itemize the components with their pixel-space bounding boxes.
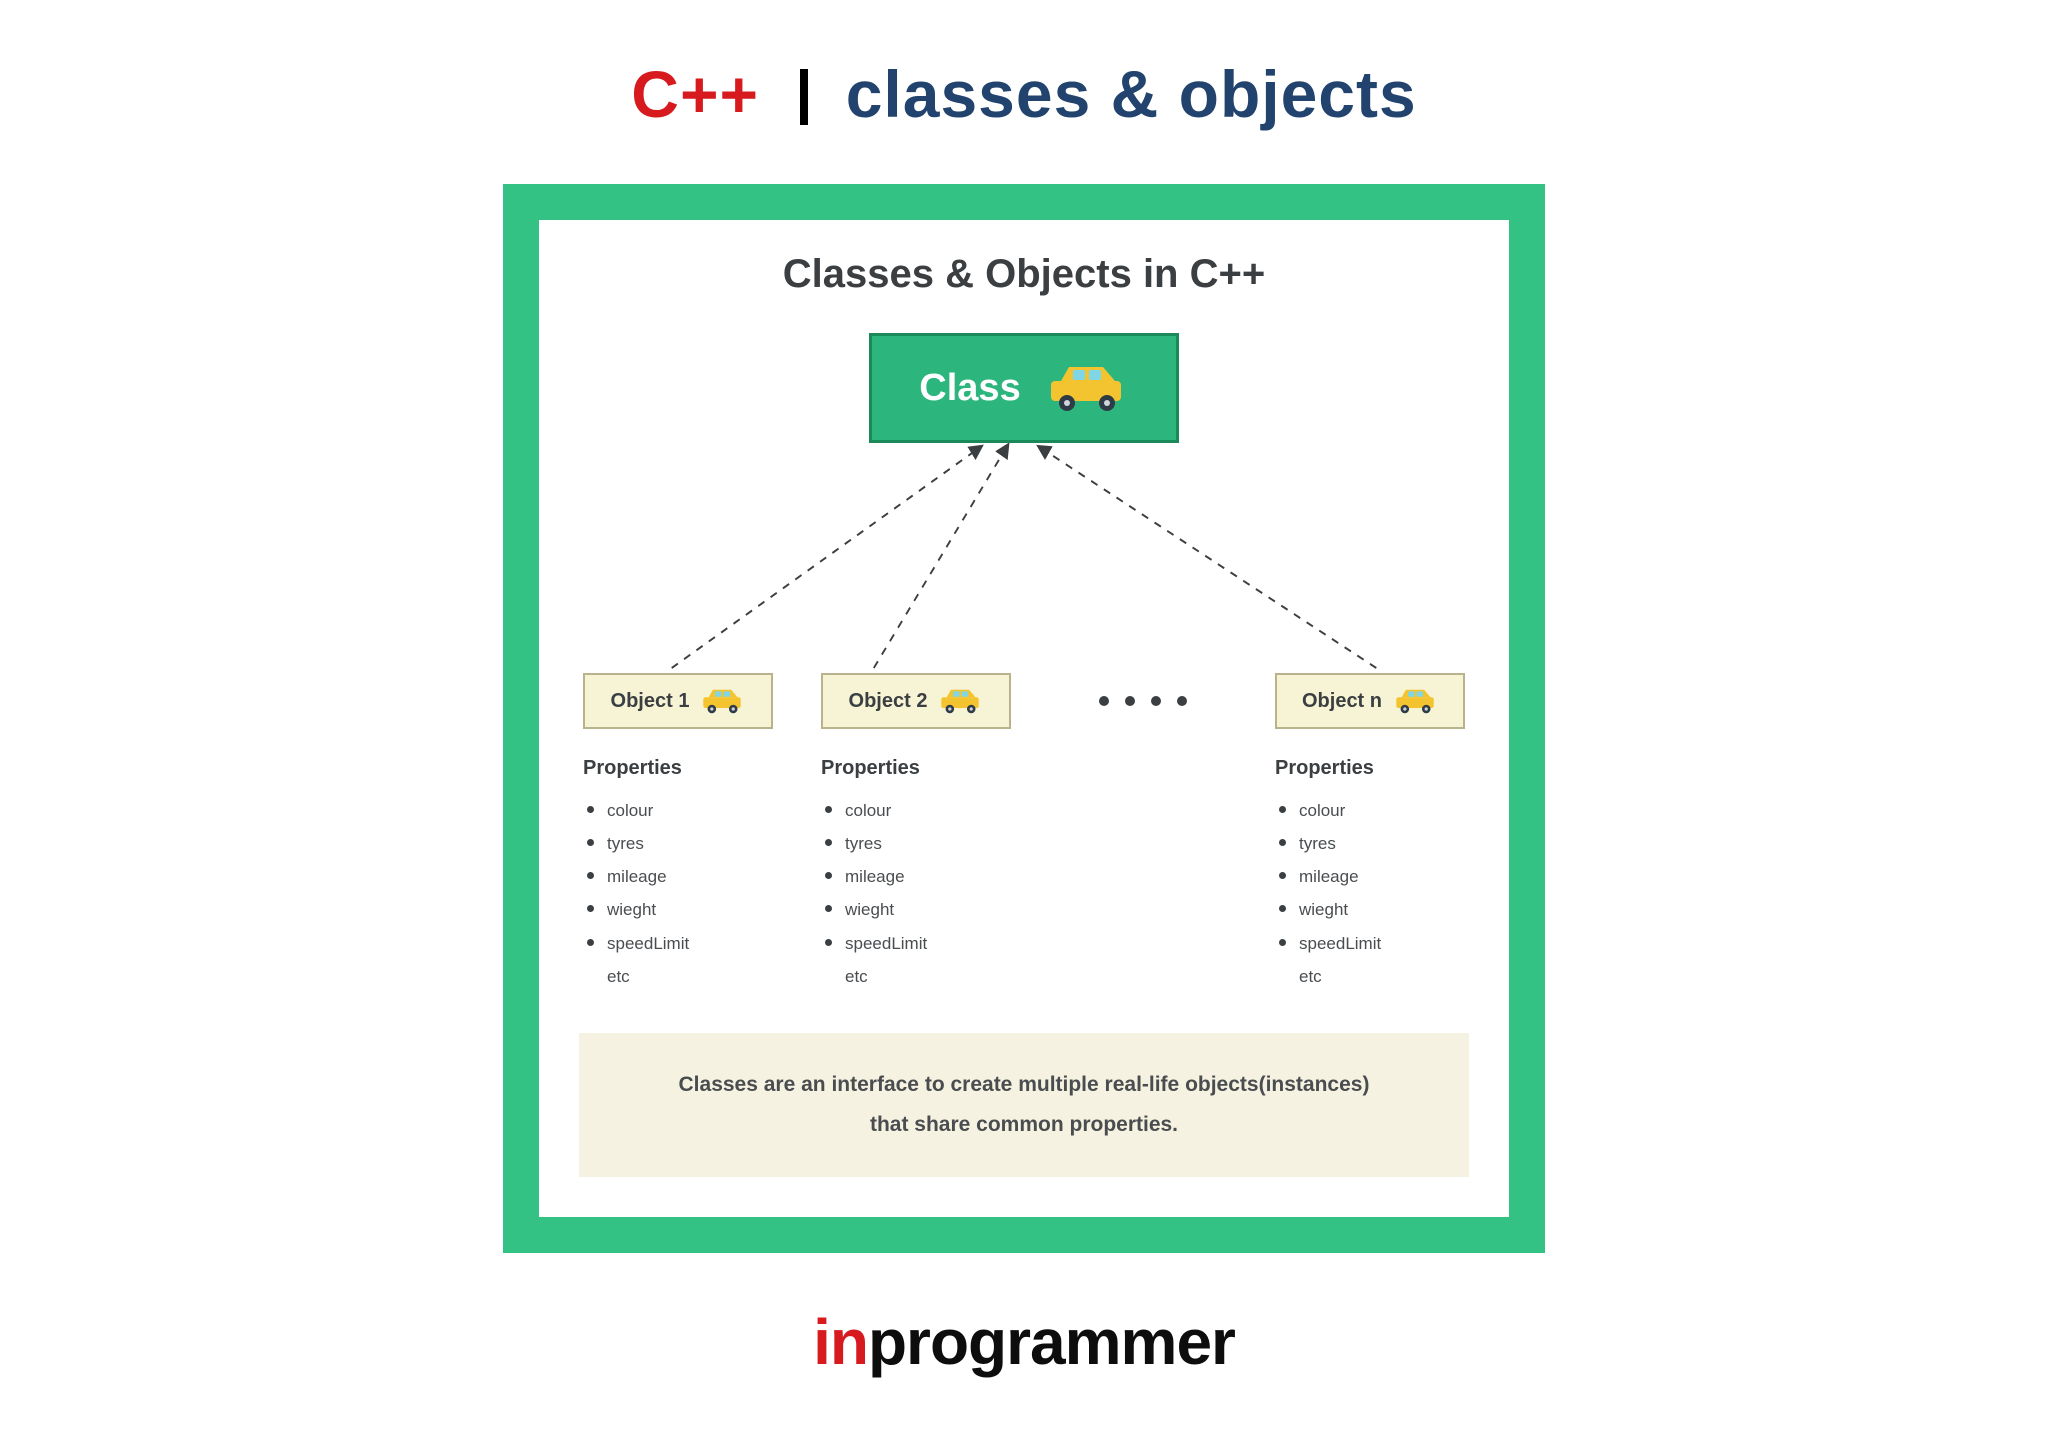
page-title: C++ classes & objects bbox=[0, 0, 2048, 132]
properties-list: colour tyres mileage wieght speedLimit e… bbox=[821, 794, 1011, 993]
object-label: Object 1 bbox=[611, 690, 690, 713]
property-item: wieght bbox=[823, 893, 1011, 926]
object-col-n: Object n Properties colour tyres mileage bbox=[1275, 673, 1465, 993]
properties-heading: Properties bbox=[821, 757, 1011, 780]
property-item: tyres bbox=[1277, 827, 1465, 860]
diagram-inner: Classes & Objects in C++ Class bbox=[539, 220, 1509, 1217]
property-item: wieght bbox=[1277, 893, 1465, 926]
caption-line-2: that share common properties. bbox=[619, 1105, 1429, 1145]
class-box: Class bbox=[869, 333, 1179, 443]
dot-icon bbox=[1151, 696, 1161, 706]
car-icon bbox=[937, 686, 983, 716]
brand-rest: programmer bbox=[868, 1306, 1235, 1378]
property-item: speedLimit bbox=[823, 927, 1011, 960]
property-item: etc bbox=[1277, 960, 1465, 993]
property-item: tyres bbox=[823, 827, 1011, 860]
title-cpp: C++ bbox=[631, 57, 759, 131]
object-box-1: Object 1 bbox=[583, 673, 773, 729]
object-col-2: Object 2 Properties colour tyres mileage bbox=[821, 673, 1011, 993]
ellipsis bbox=[1059, 673, 1227, 729]
dot-icon bbox=[1099, 696, 1109, 706]
object-box-2: Object 2 bbox=[821, 673, 1011, 729]
diagram-heading: Classes & Objects in C++ bbox=[579, 252, 1469, 297]
brand-in: in bbox=[813, 1306, 868, 1378]
property-item: colour bbox=[1277, 794, 1465, 827]
object-col-1: Object 1 Properties colour tyres mileage bbox=[583, 673, 773, 993]
car-icon bbox=[1392, 686, 1438, 716]
title-rest: classes & objects bbox=[846, 57, 1417, 131]
properties-heading: Properties bbox=[1275, 757, 1465, 780]
object-label: Object 2 bbox=[849, 690, 928, 713]
properties-list: colour tyres mileage wieght speedLimit e… bbox=[583, 794, 773, 993]
brand-logo: inprogrammer bbox=[0, 1305, 2048, 1379]
property-item: speedLimit bbox=[1277, 927, 1465, 960]
property-item: speedLimit bbox=[585, 927, 773, 960]
car-icon bbox=[1043, 361, 1129, 415]
property-item: mileage bbox=[823, 860, 1011, 893]
title-separator-icon bbox=[800, 69, 808, 125]
property-item: mileage bbox=[1277, 860, 1465, 893]
caption: Classes are an interface to create multi… bbox=[579, 1033, 1469, 1177]
diagram-frame: Classes & Objects in C++ Class bbox=[503, 184, 1545, 1253]
property-item: colour bbox=[823, 794, 1011, 827]
caption-line-1: Classes are an interface to create multi… bbox=[619, 1065, 1429, 1105]
class-label: Class bbox=[919, 367, 1020, 410]
property-item: mileage bbox=[585, 860, 773, 893]
object-box-n: Object n bbox=[1275, 673, 1465, 729]
dot-icon bbox=[1125, 696, 1135, 706]
property-item: etc bbox=[823, 960, 1011, 993]
dot-icon bbox=[1177, 696, 1187, 706]
property-item: colour bbox=[585, 794, 773, 827]
object-label: Object n bbox=[1302, 690, 1382, 713]
properties-heading: Properties bbox=[583, 757, 773, 780]
connectors bbox=[579, 443, 1469, 673]
property-item: tyres bbox=[585, 827, 773, 860]
objects-row: Object 1 Properties colour tyres mileage bbox=[579, 673, 1469, 993]
properties-list: colour tyres mileage wieght speedLimit e… bbox=[1275, 794, 1465, 993]
property-item: wieght bbox=[585, 893, 773, 926]
car-icon bbox=[699, 686, 745, 716]
property-item: etc bbox=[585, 960, 773, 993]
